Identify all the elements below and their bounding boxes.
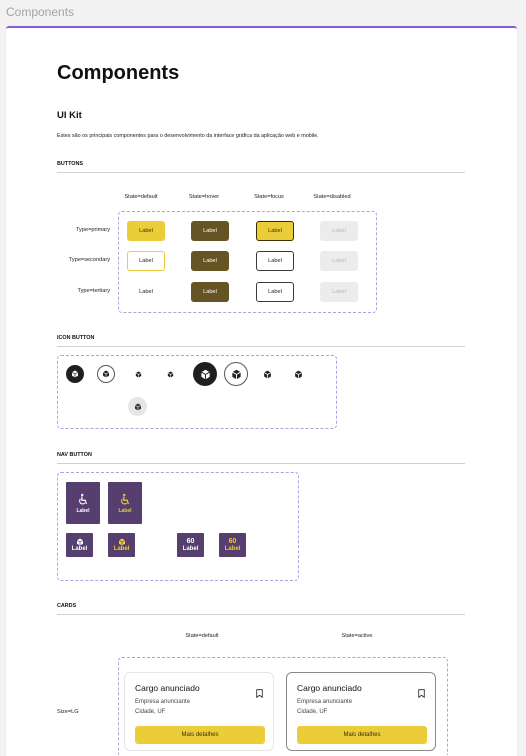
job-card-title: Cargo anunciado	[297, 683, 362, 693]
cube-icon	[76, 538, 83, 546]
icon-button-outlined-large[interactable]	[224, 362, 248, 386]
age-60-icon: 60	[228, 538, 237, 545]
buttons-type-tertiary: Type=tertiary	[77, 288, 111, 294]
section-title-cards: CARDS	[57, 603, 465, 615]
button-secondary-disabled: Label	[320, 251, 358, 271]
button-secondary-hover[interactable]: Label	[191, 251, 229, 271]
nav-button-small-active[interactable]: Label	[108, 533, 135, 557]
icon-button-disabled	[128, 397, 147, 416]
more-details-button[interactable]: Mais detalhes	[297, 726, 427, 744]
cube-icon	[263, 370, 271, 378]
button-tertiary-disabled: Label	[320, 282, 358, 302]
job-card-city: Cidade, UF	[135, 709, 166, 715]
bookmark-icon[interactable]	[418, 685, 425, 703]
button-primary-disabled: Label	[320, 221, 358, 241]
more-details-button[interactable]: Mais detalhes	[135, 726, 265, 744]
job-card-active[interactable]: Cargo anunciado Empresa anunciante Cidad…	[286, 672, 436, 751]
buttons-state-disabled: State=disabled	[313, 194, 351, 200]
button-tertiary-hover[interactable]: Label	[191, 282, 229, 302]
job-card-company: Empresa anunciante	[135, 699, 191, 705]
cube-icon	[294, 370, 302, 378]
button-tertiary-default[interactable]: Label	[127, 282, 165, 302]
nav-button-label: Label	[182, 546, 199, 552]
job-card-city: Cidade, UF	[297, 709, 328, 715]
tab-bar: Components	[0, 0, 526, 26]
nav-button-frame: Label Label Label Label 60 Label 60 Labe…	[57, 472, 299, 581]
cards-frame: Cargo anunciado Empresa anunciante Cidad…	[118, 657, 448, 755]
nav-button-large-default[interactable]: Label	[66, 482, 100, 524]
job-card-title: Cargo anunciado	[135, 683, 200, 693]
page-title: Components	[57, 62, 180, 84]
icon-button-ghost-large-2[interactable]	[291, 367, 305, 381]
components-page: Components UI Kit Estes são os principai…	[6, 26, 517, 756]
nav-button-small-default[interactable]: Label	[66, 533, 93, 557]
buttons-type-primary: Type=primary	[75, 227, 110, 233]
nav-button-label: Label	[118, 507, 132, 514]
section-title-buttons: BUTTONS	[57, 161, 465, 173]
cube-icon	[102, 370, 110, 378]
cards-state-default: State=default	[185, 633, 219, 639]
job-card-default[interactable]: Cargo anunciado Empresa anunciante Cidad…	[124, 672, 274, 751]
icon-button-ghost[interactable]	[132, 368, 144, 380]
buttons-variants-frame: Label Label Label Label Label Label Labe…	[118, 211, 377, 313]
buttons-state-hover: State=hover	[188, 194, 220, 200]
cube-icon	[231, 369, 241, 379]
bookmark-icon[interactable]	[256, 685, 263, 703]
cube-icon	[200, 369, 210, 379]
tab-components[interactable]: Components	[6, 5, 74, 19]
icon-button-frame	[57, 355, 337, 429]
cube-icon	[118, 538, 125, 546]
button-primary-focus[interactable]: Label	[256, 221, 294, 241]
icon-button-ghost-large[interactable]	[260, 367, 274, 381]
nav-button-label: Label	[71, 546, 88, 552]
cards-size-label: Size=LG	[57, 709, 79, 715]
nav-button-label: Label	[224, 546, 241, 552]
wheelchair-icon	[79, 493, 87, 504]
buttons-state-focus: State=focus	[254, 194, 284, 200]
section-title-icon-button: ICON BUTTON	[57, 335, 465, 347]
job-card-company: Empresa anunciante	[297, 699, 353, 705]
nav-button-label: Label	[113, 546, 130, 552]
icon-button-filled[interactable]	[66, 365, 84, 383]
nav-button-age-default[interactable]: 60 Label	[177, 533, 204, 557]
icon-button-outlined[interactable]	[97, 365, 115, 383]
buttons-type-secondary: Type=secondary	[68, 257, 110, 263]
nav-button-label: Label	[76, 507, 90, 514]
cube-icon	[167, 370, 173, 378]
button-secondary-default[interactable]: Label	[127, 251, 165, 271]
button-tertiary-focus[interactable]: Label	[256, 282, 294, 302]
cube-icon	[134, 403, 141, 410]
button-secondary-focus[interactable]: Label	[256, 251, 294, 271]
icon-button-ghost-small[interactable]	[164, 368, 176, 380]
button-primary-hover[interactable]: Label	[191, 221, 229, 241]
icon-button-filled-large[interactable]	[193, 362, 217, 386]
wheelchair-icon	[121, 493, 129, 504]
nav-button-large-active[interactable]: Label	[108, 482, 142, 524]
cube-icon	[71, 370, 79, 378]
section-title-nav-button: NAV BUTTON	[57, 452, 465, 464]
page-description: Estes são os principais componentes para…	[57, 133, 319, 139]
age-60-icon: 60	[186, 538, 195, 545]
nav-button-age-active[interactable]: 60 Label	[219, 533, 246, 557]
cards-state-active: State=active	[341, 633, 373, 639]
cube-icon	[135, 370, 141, 378]
page-subtitle: UI Kit	[57, 110, 82, 121]
buttons-state-default: State=default	[124, 194, 158, 200]
button-primary-default[interactable]: Label	[127, 221, 165, 241]
